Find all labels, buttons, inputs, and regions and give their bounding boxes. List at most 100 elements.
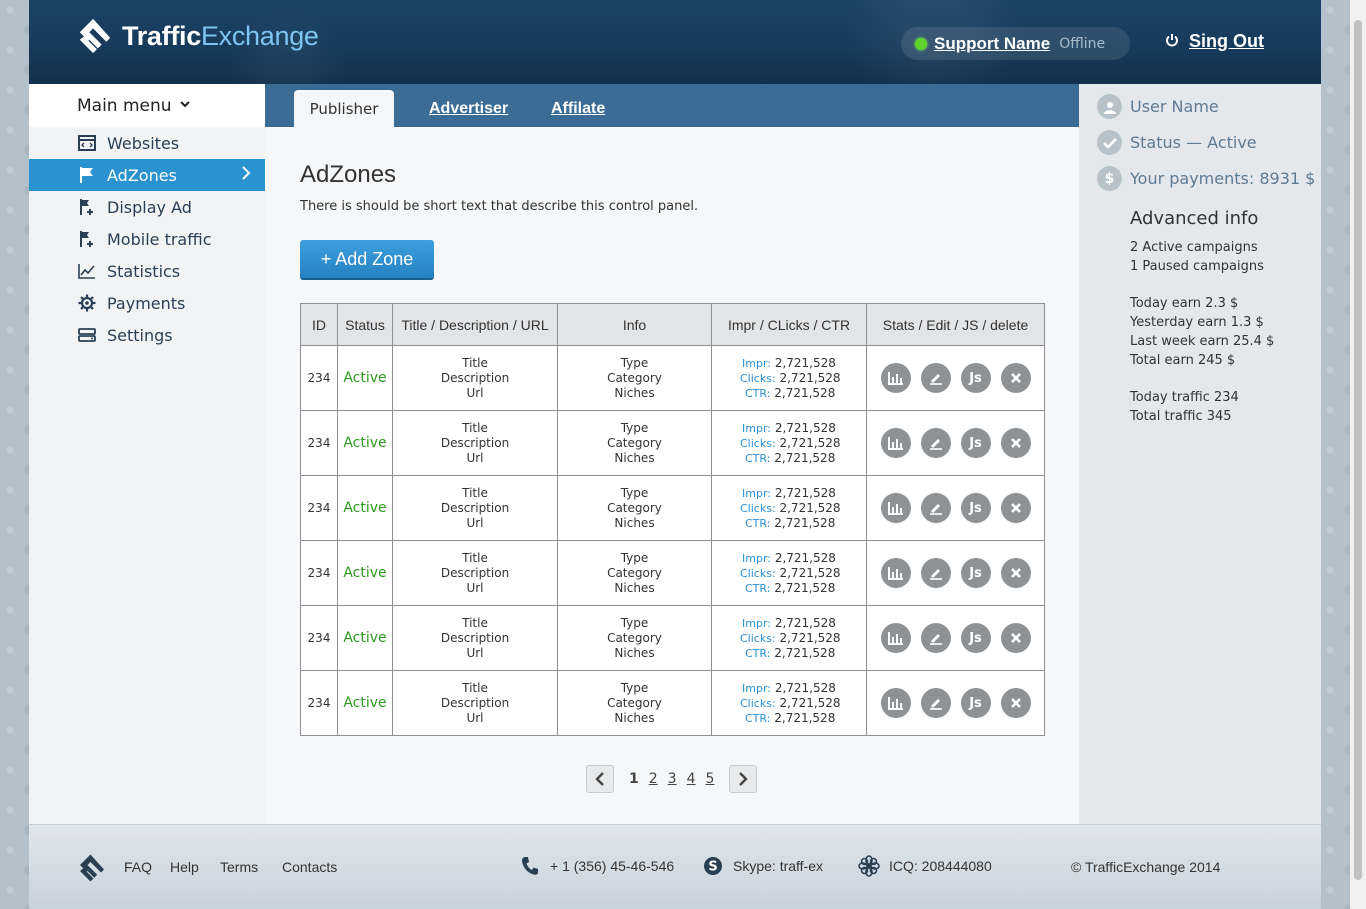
support-name-link[interactable]: Support Name: [934, 34, 1050, 54]
delete-button[interactable]: [1000, 623, 1031, 653]
impr-metric: Impr: 2,721,528: [712, 486, 866, 501]
cell-actions: Js: [866, 605, 1045, 671]
footer-link-terms[interactable]: Terms: [220, 859, 258, 875]
user-name: User Name: [1130, 97, 1219, 116]
pencil-icon: [929, 631, 943, 645]
ctr-metric: CTR: 2,721,528: [712, 711, 866, 726]
footer-phone-text: + 1 (356) 45-46-546: [550, 858, 675, 874]
page-link-5[interactable]: 5: [706, 771, 715, 787]
footer-link-help[interactable]: Help: [170, 859, 199, 875]
stats-button[interactable]: [880, 688, 911, 718]
prev-page-button[interactable]: [586, 765, 614, 793]
impr-label: Impr:: [742, 681, 771, 695]
logo-text: TrafficExchange: [122, 21, 319, 52]
sidebar-item-settings[interactable]: Settings: [29, 319, 265, 351]
main-menu-toggle[interactable]: Main menu: [29, 84, 265, 127]
sidebar-item-mobile-traffic[interactable]: Mobile traffic: [29, 223, 265, 255]
footer-icq: ICQ: 208444080: [858, 855, 992, 877]
js-code-button[interactable]: Js: [960, 428, 991, 458]
delete-button[interactable]: [1000, 558, 1031, 588]
ctr-label: CTR:: [745, 451, 771, 465]
cell-info: Type Category Niches: [557, 345, 712, 411]
tab-publisher[interactable]: Publisher: [294, 90, 394, 127]
cell-description: Description: [440, 565, 510, 580]
edit-button[interactable]: [920, 363, 951, 393]
delete-button[interactable]: [1000, 428, 1031, 458]
page-link-2[interactable]: 2: [649, 771, 658, 787]
col-header-id[interactable]: ID: [300, 303, 338, 346]
cell-status: Active: [337, 540, 393, 606]
skype-icon: S: [702, 855, 724, 877]
tab-affiliate[interactable]: Affilate: [551, 90, 605, 127]
page-scrollbar[interactable]: [1350, 0, 1366, 909]
next-page-button[interactable]: [729, 765, 758, 793]
cell-info: Type Category Niches: [557, 540, 712, 606]
edit-button[interactable]: [920, 558, 951, 588]
close-icon: [1010, 697, 1022, 709]
clicks-value: 2,721,528: [779, 630, 841, 645]
col-header-impr[interactable]: Impr / CLicks / CTR: [711, 303, 867, 346]
footer-logo-icon[interactable]: [77, 853, 107, 887]
cell-status: Active: [337, 410, 393, 476]
edit-button[interactable]: [920, 493, 951, 523]
footer-link-contacts[interactable]: Contacts: [282, 859, 337, 875]
cell-actions: Js: [866, 475, 1045, 541]
edit-button[interactable]: [920, 623, 951, 653]
close-icon: [1010, 502, 1022, 514]
bar-chart-icon: [887, 501, 904, 515]
clicks-metric: Clicks: 2,721,528: [712, 696, 866, 711]
delete-button[interactable]: [1000, 688, 1031, 718]
impr-metric: Impr: 2,721,528: [712, 356, 866, 371]
support-widget[interactable]: Support Name Offline: [901, 27, 1130, 60]
edit-button[interactable]: [920, 688, 951, 718]
add-zone-button[interactable]: + Add Zone: [300, 240, 434, 280]
stats-button[interactable]: [880, 363, 911, 393]
cell-id: 234: [300, 410, 338, 476]
delete-button[interactable]: [1000, 363, 1031, 393]
sidebar-item-adzones[interactable]: AdZones: [29, 159, 265, 191]
sidebar-item-statistics[interactable]: Statistics: [29, 255, 265, 287]
user-name-item[interactable]: User Name: [1097, 94, 1219, 119]
js-code-button[interactable]: Js: [960, 363, 991, 393]
clicks-metric: Clicks: 2,721,528: [712, 501, 866, 516]
sidebar-item-payments[interactable]: Payments: [29, 287, 265, 319]
js-code-button[interactable]: Js: [960, 688, 991, 718]
delete-button[interactable]: [1000, 493, 1031, 523]
footer-link-faq[interactable]: FAQ: [124, 859, 152, 875]
col-header-info[interactable]: Info: [557, 303, 712, 346]
stats-button[interactable]: [880, 493, 911, 523]
support-status: Offline: [1059, 35, 1106, 52]
scrollbar-thumb[interactable]: [1354, 20, 1362, 880]
bar-chart-icon: [887, 436, 904, 450]
impr-value: 2,721,528: [774, 550, 836, 565]
top-header: TrafficExchange Support Name Offline Sin…: [29, 0, 1321, 84]
js-code-button[interactable]: Js: [960, 493, 991, 523]
signout-button[interactable]: Sing Out: [1165, 31, 1264, 52]
tab-advertiser[interactable]: Advertiser: [429, 90, 508, 127]
footer-skype: S Skype: traff-ex: [702, 855, 823, 877]
chevron-right-icon: [739, 772, 749, 786]
stats-button[interactable]: [880, 558, 911, 588]
col-header-status[interactable]: Status: [337, 303, 393, 346]
stats-button[interactable]: [880, 428, 911, 458]
sidebar-item-websites[interactable]: Websites: [29, 127, 265, 159]
page-link-4[interactable]: 4: [687, 771, 696, 787]
page-link-1[interactable]: 1: [629, 771, 639, 787]
logo[interactable]: TrafficExchange: [76, 17, 319, 55]
page-link-3[interactable]: 3: [668, 771, 677, 787]
sidebar-item-label: Mobile traffic: [107, 229, 212, 249]
footer-copyright: © TrafficExchange 2014: [1071, 859, 1221, 875]
sidebar-item-display-ad[interactable]: Display Ad: [29, 191, 265, 223]
js-code-button[interactable]: Js: [960, 558, 991, 588]
account-status: Status — Active: [1130, 133, 1257, 152]
js-code-button[interactable]: Js: [960, 623, 991, 653]
stats-button[interactable]: [880, 623, 911, 653]
col-header-actions[interactable]: Stats / Edit / JS / delete: [866, 303, 1045, 346]
cell-actions: Js: [866, 410, 1045, 476]
edit-button[interactable]: [920, 428, 951, 458]
col-header-title[interactable]: Title / Description / URL: [392, 303, 558, 346]
pencil-icon: [929, 696, 943, 710]
clicks-label: Clicks:: [740, 631, 776, 645]
impr-metric: Impr: 2,721,528: [712, 421, 866, 436]
adv-info-line: Yesterday earn 1.3 $: [1130, 315, 1264, 330]
